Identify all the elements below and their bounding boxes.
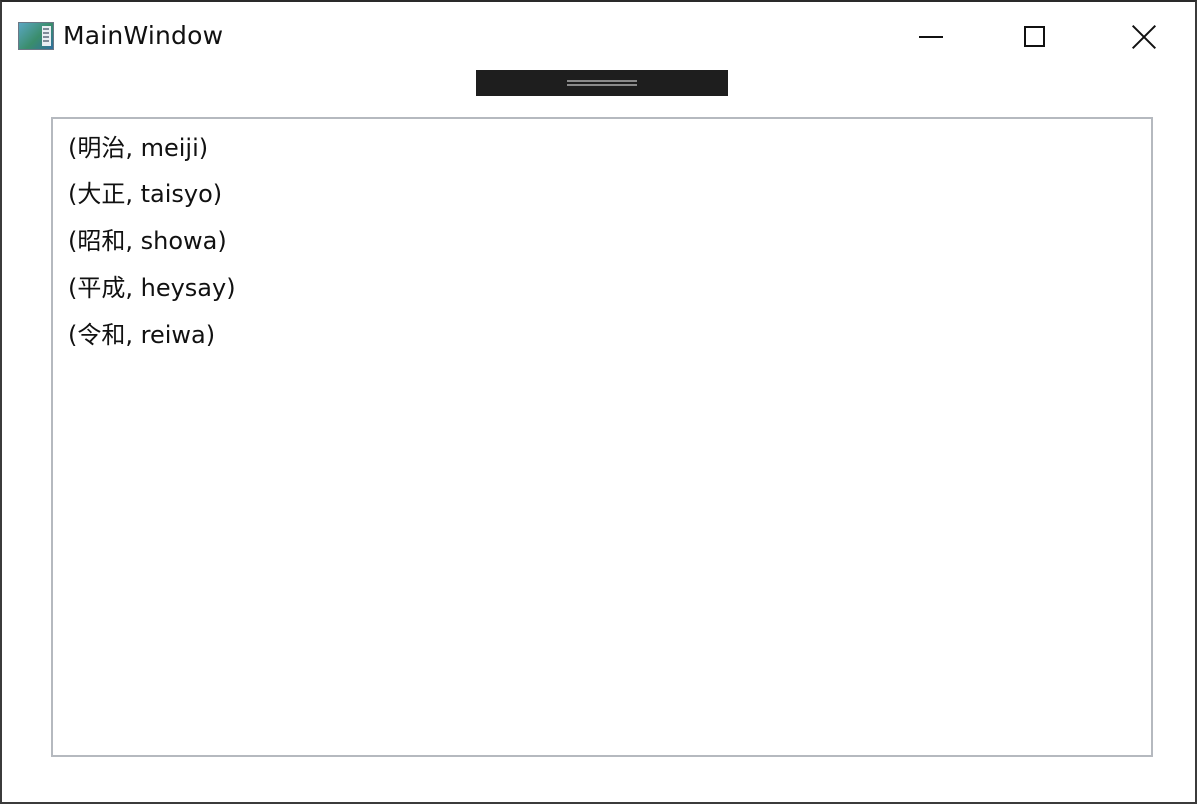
list-item[interactable]: (大正, taisyo) bbox=[68, 174, 222, 214]
title-bar[interactable]: MainWindow bbox=[2, 2, 1195, 68]
list-item[interactable]: (明治, meiji) bbox=[68, 128, 208, 168]
grip-line-icon bbox=[567, 80, 637, 82]
app-icon[interactable] bbox=[18, 22, 54, 50]
list-item[interactable]: (昭和, showa) bbox=[68, 221, 227, 261]
maximize-button[interactable] bbox=[983, 2, 1091, 68]
window-title: MainWindow bbox=[63, 21, 224, 50]
close-button[interactable] bbox=[1089, 2, 1197, 68]
close-icon bbox=[1131, 24, 1157, 50]
maximize-icon bbox=[1024, 26, 1045, 47]
listbox[interactable]: (明治, meiji) (大正, taisyo) (昭和, showa) (平成… bbox=[51, 117, 1153, 757]
list-item[interactable]: (令和, reiwa) bbox=[68, 315, 215, 355]
list-item[interactable]: (平成, heysay) bbox=[68, 268, 236, 308]
minimize-button[interactable] bbox=[875, 2, 983, 68]
debug-toolbar-grip[interactable] bbox=[476, 70, 728, 96]
grip-line-icon bbox=[567, 84, 637, 86]
minimize-icon bbox=[919, 36, 943, 38]
main-window: MainWindow (明治, meiji) (大正, taisyo) (昭和,… bbox=[0, 0, 1197, 804]
